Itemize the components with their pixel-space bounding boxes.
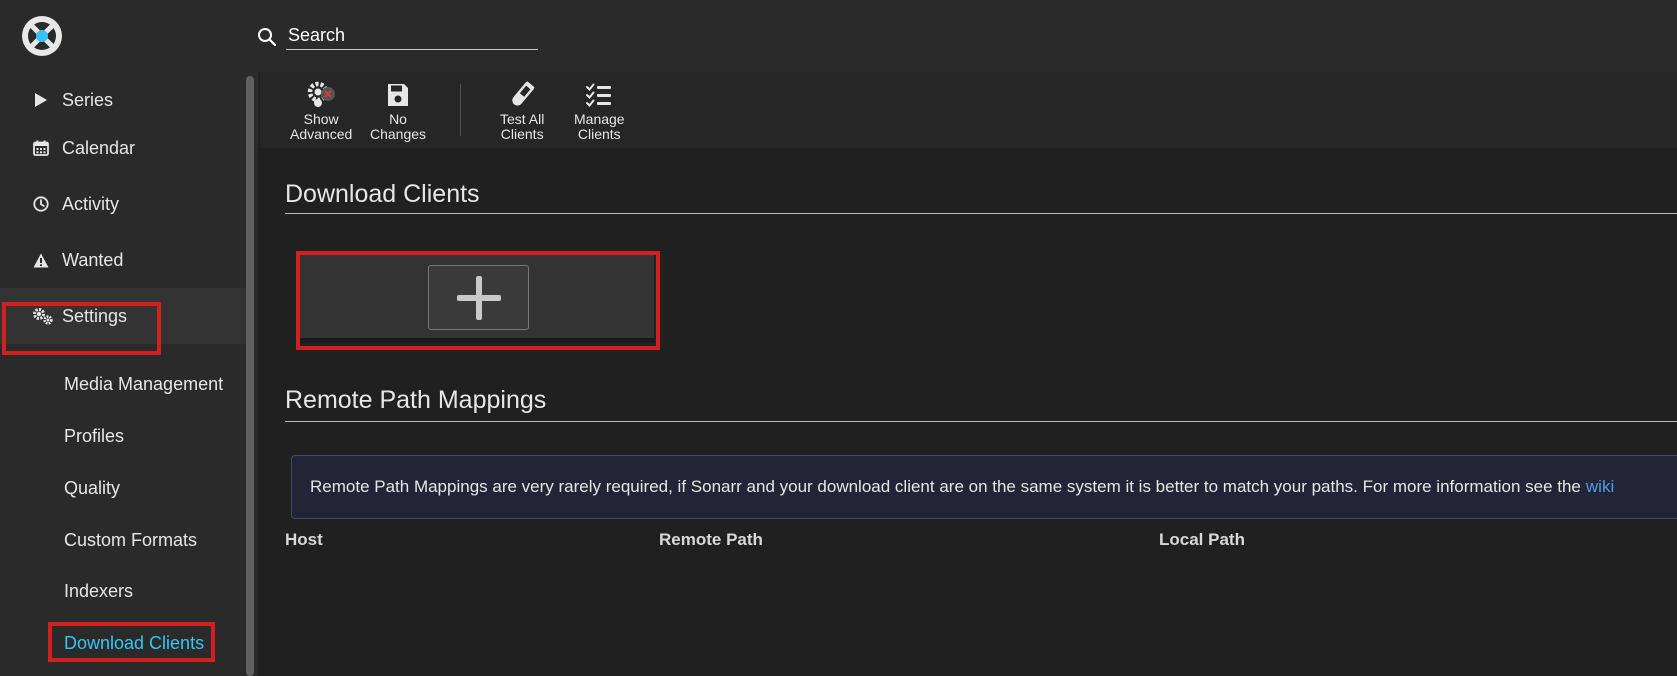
test-all-clients-button[interactable]: Test All Clients [500,80,544,142]
top-bar [0,0,1677,72]
sidebar-subitem-quality[interactable]: Quality [64,478,120,499]
toolbar-label: Clients [577,126,621,142]
warning-icon [32,251,50,269]
toolbar-separator [460,84,461,136]
save-icon [388,84,409,106]
sidebar-scrollbar[interactable] [246,76,254,676]
sonarr-logo[interactable] [20,14,64,58]
main-content: Download Clients Remote Path Mappings Re… [260,148,1677,676]
toolbar-label: Clients [500,126,544,142]
search-icon [258,28,277,47]
toolbar-label: Test All [500,111,545,127]
info-alert: Remote Path Mappings are very rarely req… [291,455,1677,519]
download-clients-heading: Download Clients [285,180,480,208]
highlight-settings [2,302,161,355]
sidebar-subitem-media-management[interactable]: Media Management [64,374,223,395]
highlight-add-client [296,251,660,350]
save-changes-button[interactable]: No Changes [370,80,426,142]
toolbar-label: Changes [370,126,427,142]
wiki-link[interactable]: wiki [1586,477,1614,497]
section-divider [285,213,1677,214]
advanced-settings-icon [307,81,336,107]
sidebar-subitem-indexers[interactable]: Indexers [64,581,133,602]
toolbar-label: Show [303,111,339,127]
play-icon [32,91,50,109]
show-advanced-button[interactable]: Show Advanced [290,80,352,142]
section-divider [285,421,1677,422]
toolbar-label: Advanced [290,126,353,142]
column-header-local-path: Local Path [1159,530,1245,549]
sidebar-subitem-custom-formats[interactable]: Custom Formats [64,530,197,551]
sidebar-item-label: Series [62,89,114,110]
sidebar-item-calendar[interactable]: Calendar [0,120,246,176]
sidebar-item-label: Calendar [62,137,136,158]
manage-clients-button[interactable]: Manage Clients [574,80,625,142]
toolbar-label: Manage [574,111,625,127]
highlight-download-clients-nav [48,622,215,662]
clock-icon [32,195,50,213]
search-input[interactable] [286,22,538,50]
remote-path-mappings-heading: Remote Path Mappings [285,386,547,414]
info-alert-text: Remote Path Mappings are very rarely req… [310,477,1581,496]
calendar-icon [32,139,50,157]
sidebar-item-label: Wanted [62,249,124,270]
column-header-host: Host [285,530,323,549]
sidebar: Series Calendar Activity Wanted Settings… [0,72,258,676]
toolbar-label: No [389,111,407,127]
sidebar-item-label: Activity [62,193,120,214]
sidebar-item-activity[interactable]: Activity [0,176,246,232]
sidebar-item-wanted[interactable]: Wanted [0,232,246,288]
test-tube-icon [512,81,535,106]
sidebar-subitem-profiles[interactable]: Profiles [64,426,124,447]
tasks-icon [586,83,612,107]
page-toolbar: Show Advanced No Changes Test All Client… [260,72,1677,148]
search-box [256,22,538,52]
column-header-remote-path: Remote Path [659,530,763,549]
